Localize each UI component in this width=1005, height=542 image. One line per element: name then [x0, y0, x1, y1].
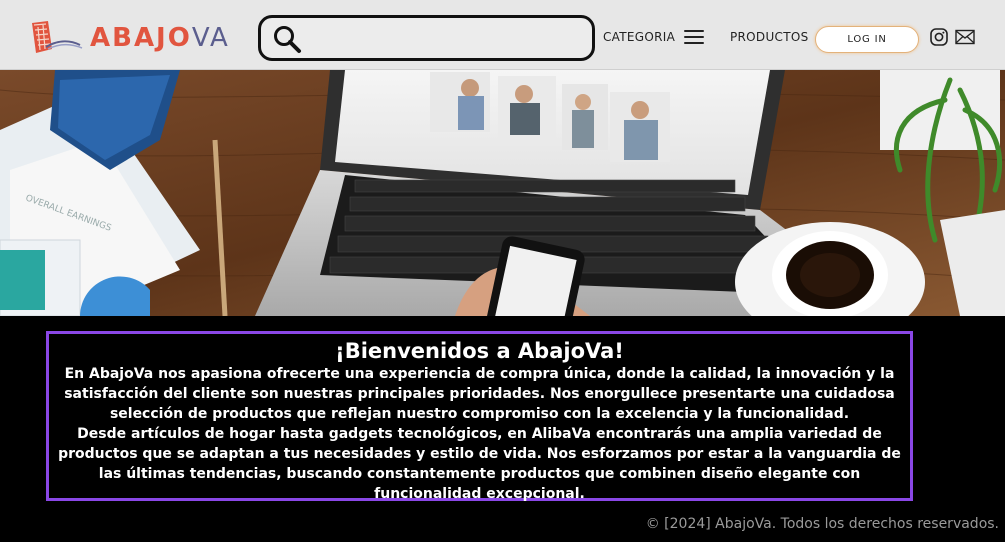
search-icon[interactable] — [272, 24, 302, 54]
mail-icon[interactable] — [955, 29, 975, 45]
search-bar[interactable] — [258, 15, 595, 61]
hero-image: OVERALL EARNINGS — [0, 70, 1005, 316]
hero-banner: OVERALL EARNINGS — [0, 70, 1005, 316]
logo-icon — [32, 21, 83, 53]
logo-text: ABAJOVA — [90, 23, 230, 53]
logo[interactable]: ABAJOVA — [28, 19, 238, 57]
welcome-paragraph-1: En AbajoVa nos apasiona ofrecerte una ex… — [64, 366, 895, 422]
login-button[interactable]: LOG IN — [815, 26, 919, 53]
nav-productos[interactable]: PRODUCTOS — [730, 30, 809, 44]
welcome-title: ¡Bienvenidos a AbajoVa! — [335, 339, 624, 363]
footer-copyright: © [2024] AbajoVa. Todos los derechos res… — [645, 516, 999, 532]
welcome-paragraph-2: Desde artículos de hogar hasta gadgets t… — [58, 426, 901, 502]
site-header: ABAJOVA CATEGORIA PRODUCTOS LOG IN — [0, 0, 1005, 70]
welcome-section: ¡Bienvenidos a AbajoVa! En AbajoVa nos a… — [46, 331, 913, 502]
search-input[interactable] — [309, 24, 585, 52]
instagram-icon[interactable] — [930, 28, 948, 46]
nav-categoria[interactable]: CATEGORIA — [603, 30, 675, 44]
menu-icon[interactable] — [684, 30, 704, 46]
